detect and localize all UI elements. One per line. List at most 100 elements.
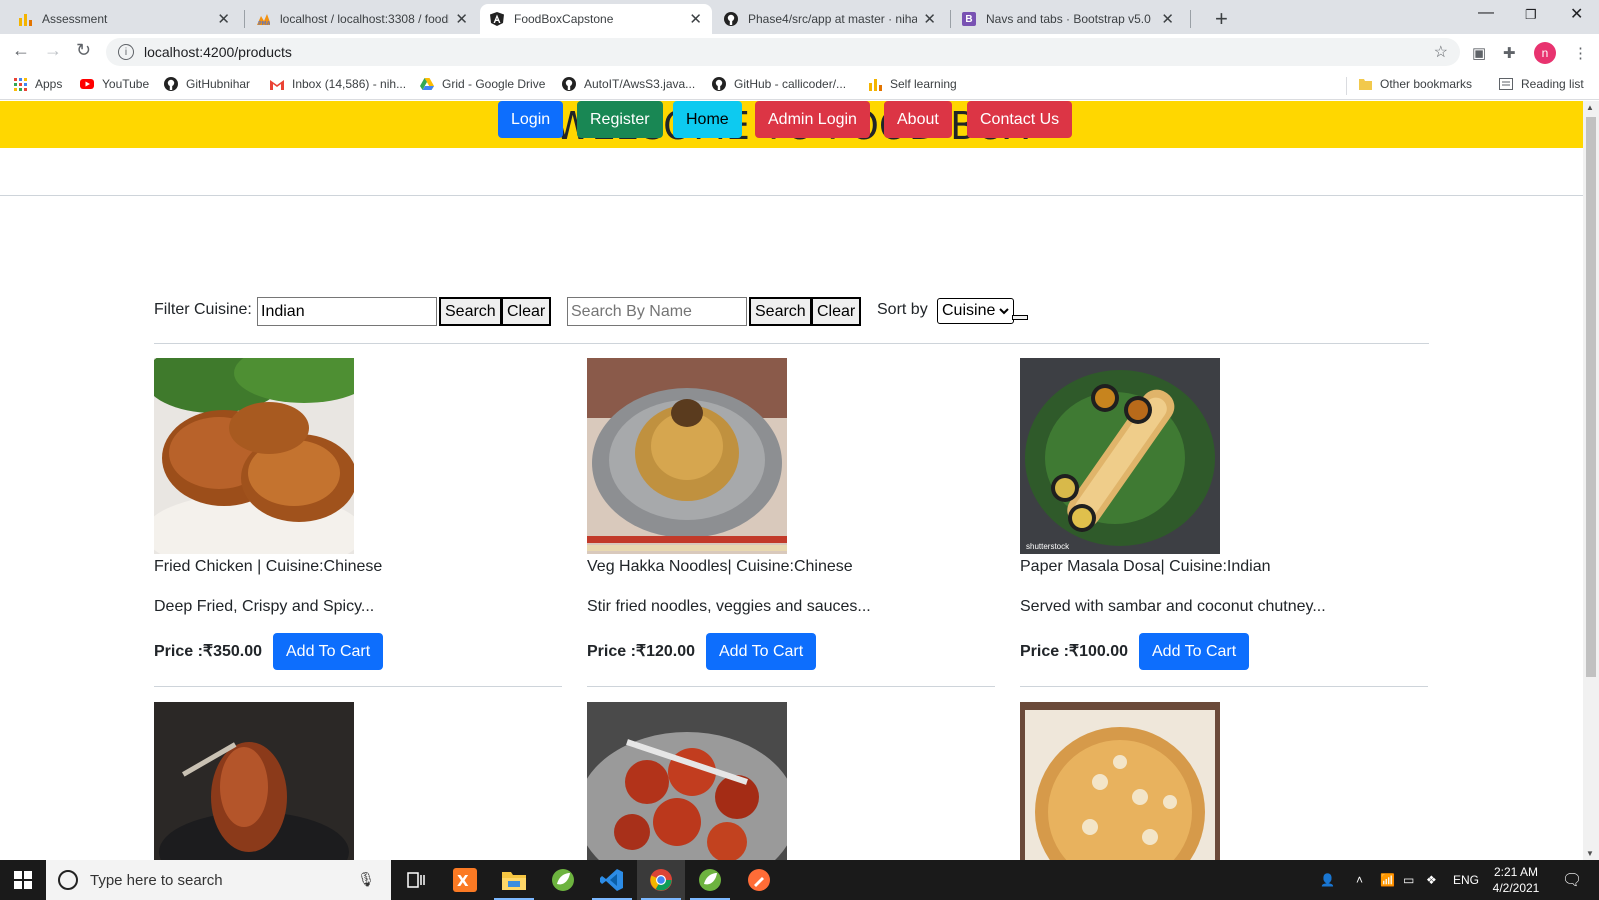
food-image[interactable] xyxy=(587,702,787,860)
close-tab-icon[interactable]: ✕ xyxy=(923,10,936,28)
extension-icon[interactable]: ▣ xyxy=(1472,44,1486,62)
hakka-noodles-image[interactable] xyxy=(587,358,787,554)
product-price: Price :₹100.00 xyxy=(1020,643,1129,660)
bookmark-youtube[interactable]: YouTube xyxy=(80,77,149,91)
name-clear-button[interactable]: Clear xyxy=(811,297,862,326)
network-icon[interactable]: 📶 xyxy=(1380,860,1395,900)
tab-foodbox[interactable]: FoodBoxCapstone ✕ xyxy=(480,4,712,34)
sort-apply-button[interactable] xyxy=(1012,315,1028,320)
close-tab-icon[interactable]: ✕ xyxy=(1161,10,1174,28)
admin-login-button[interactable]: Admin Login xyxy=(755,101,870,138)
folder-icon xyxy=(1358,77,1372,91)
new-tab-button[interactable]: + xyxy=(1215,6,1228,32)
tab-phpmyadmin[interactable]: PMA localhost / localhost:3308 / foodb ✕ xyxy=(246,4,478,34)
task-view-icon[interactable] xyxy=(392,860,440,900)
back-icon[interactable]: ← xyxy=(12,40,30,61)
bookmark-autoit[interactable]: AutoIT/AwsS3.java... xyxy=(562,77,695,91)
clock[interactable]: 2:21 AM 4/2/2021 xyxy=(1486,864,1546,896)
avatar[interactable]: n xyxy=(1534,42,1556,64)
product-name: Paper Masala Dosa| Cuisine:Indian xyxy=(1020,558,1271,575)
tab-github[interactable]: Phase4/src/app at master · niharik ✕ xyxy=(714,4,946,34)
close-tab-icon[interactable]: ✕ xyxy=(217,10,230,28)
github-icon xyxy=(562,77,576,91)
name-search-input[interactable] xyxy=(567,297,747,326)
bookmark-inbox[interactable]: Inbox (14,586) - nih... xyxy=(270,77,406,91)
chrome-icon[interactable] xyxy=(637,860,685,900)
bookmark-self-learning[interactable]: Self learning xyxy=(868,77,957,91)
close-window-icon[interactable]: ✕ xyxy=(1570,4,1583,24)
scroll-thumb[interactable] xyxy=(1586,117,1596,677)
restore-icon[interactable]: ❐ xyxy=(1525,7,1537,23)
chevron-down-icon xyxy=(999,307,1010,314)
other-bookmarks[interactable]: Other bookmarks xyxy=(1358,77,1472,91)
bookmark-drive[interactable]: Grid - Google Drive xyxy=(420,77,545,91)
svg-text:PMA: PMA xyxy=(258,21,270,26)
bookmark-star-icon[interactable]: ☆ xyxy=(1434,42,1448,62)
add-to-cart-button[interactable]: Add To Cart xyxy=(273,633,384,670)
puzzle-icon[interactable]: ✚ xyxy=(1503,44,1516,62)
divider xyxy=(587,686,995,687)
cuisine-filter-input[interactable] xyxy=(257,297,437,326)
login-button[interactable]: Login xyxy=(498,101,564,138)
fried-chicken-image[interactable] xyxy=(154,358,354,554)
postman-icon[interactable] xyxy=(735,860,783,900)
cuisine-search-button[interactable]: Search xyxy=(439,297,502,326)
tab-bootstrap[interactable]: B Navs and tabs · Bootstrap v5.0 ✕ xyxy=(952,4,1184,34)
address-bar[interactable]: i localhost:4200/products ☆ xyxy=(106,38,1460,66)
taskbar-search-box[interactable]: Type here to search 🎙 xyxy=(46,860,391,900)
register-button[interactable]: Register xyxy=(577,101,663,138)
microphone-icon[interactable]: 🎙 xyxy=(357,871,375,888)
contact-us-button[interactable]: Contact Us xyxy=(967,101,1073,138)
xampp-icon[interactable]: X xyxy=(441,860,489,900)
tab-assessment[interactable]: Assessment ✕ xyxy=(8,4,240,34)
reading-list-icon xyxy=(1499,77,1513,91)
minimize-icon[interactable]: — xyxy=(1478,4,1494,22)
battery-icon[interactable]: ▭ xyxy=(1403,860,1414,900)
product-description: Deep Fried, Crispy and Spicy... xyxy=(154,598,375,615)
github-icon xyxy=(724,12,738,26)
add-to-cart-button[interactable]: Add To Cart xyxy=(706,633,817,670)
language-indicator[interactable]: ENG xyxy=(1453,860,1479,900)
spring-tool-icon[interactable] xyxy=(539,860,587,900)
food-image[interactable] xyxy=(154,702,354,860)
reload-icon[interactable]: ↻ xyxy=(76,40,91,61)
dropbox-icon[interactable]: ❖ xyxy=(1426,860,1437,900)
name-search-button[interactable]: Search xyxy=(749,297,812,326)
bookmark-callicoder[interactable]: GitHub - callicoder/... xyxy=(712,77,846,91)
vscode-icon[interactable] xyxy=(588,860,636,900)
chart-icon xyxy=(868,77,882,91)
home-button[interactable]: Home xyxy=(673,101,742,138)
close-tab-icon[interactable]: ✕ xyxy=(455,10,468,28)
gmail-icon xyxy=(270,77,284,91)
spring-tool-icon[interactable] xyxy=(686,860,734,900)
forward-icon[interactable]: → xyxy=(44,40,62,61)
file-explorer-icon[interactable] xyxy=(490,860,538,900)
youtube-icon xyxy=(80,77,94,91)
add-to-cart-button[interactable]: Add To Cart xyxy=(1139,633,1250,670)
menu-dots-icon[interactable]: ⋮ xyxy=(1573,44,1588,62)
notifications-icon[interactable]: 🗨 xyxy=(1562,860,1582,900)
bookmark-apps[interactable]: Apps xyxy=(13,77,62,91)
scroll-down-icon[interactable]: ▼ xyxy=(1586,849,1594,858)
masala-dosa-image[interactable]: shutterstock xyxy=(1020,358,1220,554)
sort-select[interactable]: Cuisine xyxy=(937,298,1015,324)
scroll-up-icon[interactable]: ▲ xyxy=(1586,103,1594,112)
people-icon[interactable]: 👤 xyxy=(1320,860,1335,900)
info-icon[interactable]: i xyxy=(118,44,134,60)
sort-by-label: Sort by xyxy=(877,301,928,318)
windows-start-icon[interactable] xyxy=(0,860,46,900)
angular-icon xyxy=(490,12,504,26)
cuisine-clear-button[interactable]: Clear xyxy=(501,297,552,326)
svg-text:X: X xyxy=(457,872,469,890)
page-scrollbar[interactable]: ▲ ▼ xyxy=(1583,101,1599,860)
github-icon xyxy=(712,77,726,91)
reading-list[interactable]: Reading list xyxy=(1499,77,1584,91)
pizza-image[interactable] xyxy=(1020,702,1220,860)
close-tab-icon[interactable]: ✕ xyxy=(689,10,702,28)
chevron-up-icon[interactable]: ˄ xyxy=(1356,860,1363,900)
divider xyxy=(0,195,1583,196)
url-text[interactable]: localhost:4200/products xyxy=(144,44,292,60)
bookmark-githubnihar[interactable]: GitHubnihar xyxy=(164,77,250,91)
about-button[interactable]: About xyxy=(884,101,952,138)
apps-grid-icon xyxy=(13,77,27,91)
